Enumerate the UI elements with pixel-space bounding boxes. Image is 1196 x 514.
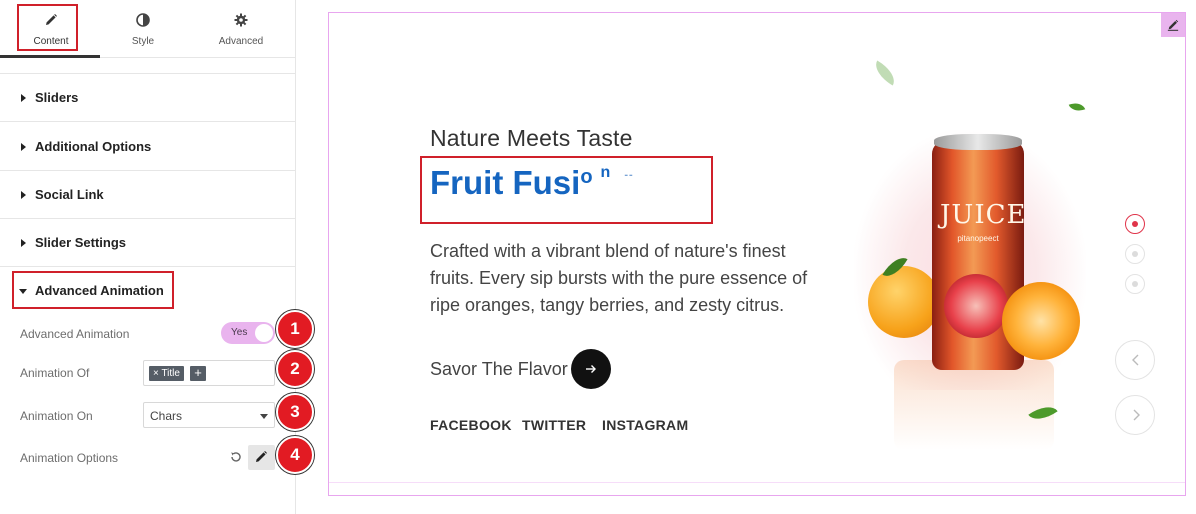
can-sub-label: pitanopeect — [957, 234, 999, 243]
chevron-down-icon — [260, 414, 268, 419]
animation-of-field[interactable]: × Title + — [143, 360, 275, 386]
animation-on-select[interactable]: Chars — [143, 402, 275, 428]
tab-style[interactable]: Style — [94, 0, 192, 58]
slide-description: Crafted with a vibrant blend of nature's… — [430, 241, 808, 315]
arrow-right-icon — [586, 365, 596, 373]
highlight-box-advanced-animation — [12, 271, 174, 309]
product-image: JUICE pitanopeect — [854, 60, 1086, 460]
grapefruit-image — [944, 274, 1008, 338]
section-social-link[interactable]: Social Link — [0, 171, 296, 219]
caret-right-icon — [21, 238, 26, 247]
tab-advanced-label: Advanced — [218, 36, 264, 47]
product-reflection — [894, 360, 1054, 450]
chevron-left-icon — [1132, 354, 1139, 366]
section-label: Social Link — [35, 187, 104, 202]
slider-dot-2[interactable] — [1125, 244, 1145, 264]
toggle-knob — [255, 324, 273, 342]
animation-options-edit-button[interactable] — [248, 445, 275, 470]
advanced-animation-label: Advanced Animation — [20, 327, 130, 341]
slide-subtitle: Nature Meets Taste — [430, 125, 633, 151]
tag-label: Title — [161, 368, 180, 379]
dot-inner — [1132, 281, 1138, 287]
step-badge-4: 4 — [276, 436, 314, 474]
can-lid — [934, 134, 1022, 150]
slider-dot-1[interactable] — [1125, 214, 1145, 234]
social-link-twitter[interactable]: TWITTER — [522, 417, 586, 433]
orange-half-image — [1002, 282, 1080, 360]
pencil-icon — [256, 451, 267, 462]
can-label: JUICE — [940, 200, 1027, 230]
section-label: Slider Settings — [35, 235, 127, 250]
panel-tabs: Content Style Advanced — [0, 0, 296, 58]
leaf-icon — [870, 60, 900, 86]
animation-on-value: Chars — [150, 409, 183, 423]
section-label: Sliders — [35, 90, 79, 105]
step-badge-1: 1 — [276, 310, 314, 348]
pencil-icon — [1167, 19, 1179, 31]
caret-right-icon — [21, 190, 26, 199]
section-label: Additional Options — [35, 139, 152, 154]
panel-spacer — [0, 58, 296, 74]
tab-advanced[interactable]: Advanced — [192, 0, 290, 58]
animation-of-label: Animation Of — [20, 366, 90, 380]
preview-divider — [329, 482, 1185, 483]
step-badge-2: 2 — [276, 350, 314, 388]
slider-dot-3[interactable] — [1125, 274, 1145, 294]
section-sliders[interactable]: Sliders — [0, 74, 296, 122]
social-link-facebook[interactable]: FACEBOOK — [430, 417, 512, 433]
highlight-box-title — [420, 156, 713, 224]
tab-style-label: Style — [131, 36, 155, 47]
title-tag[interactable]: × Title — [149, 366, 184, 381]
cta-label: Savor The Flavor — [430, 359, 568, 379]
step-badge-3: 3 — [276, 393, 314, 431]
reset-icon[interactable] — [229, 450, 243, 464]
chevron-right-icon — [1133, 409, 1140, 421]
dot-inner — [1132, 251, 1138, 257]
editor-panel: Content Style Advanced Sliders Additiona… — [0, 0, 296, 514]
prev-slide-button[interactable] — [1115, 340, 1155, 380]
half-circle-icon — [94, 13, 192, 29]
arrow-right-button[interactable] — [571, 349, 611, 389]
section-slider-settings[interactable]: Slider Settings — [0, 219, 296, 267]
highlight-box-content-tab — [17, 4, 78, 51]
animation-options-label: Animation Options — [20, 451, 119, 465]
advanced-animation-toggle[interactable]: Yes — [221, 322, 275, 344]
toggle-yes-label: Yes — [231, 327, 248, 338]
leaf-icon — [1068, 99, 1086, 115]
gear-icon — [192, 13, 290, 29]
dot-inner — [1132, 221, 1138, 227]
caret-right-icon — [21, 142, 26, 151]
next-slide-button[interactable] — [1115, 395, 1155, 435]
orange-image — [868, 266, 940, 338]
add-tag-button[interactable]: + — [190, 366, 206, 381]
social-link-instagram[interactable]: INSTAGRAM — [602, 417, 688, 433]
section-additional-options[interactable]: Additional Options — [0, 123, 296, 171]
edit-widget-button[interactable] — [1161, 13, 1185, 37]
caret-right-icon — [21, 93, 26, 102]
animation-on-label: Animation On — [20, 409, 93, 423]
